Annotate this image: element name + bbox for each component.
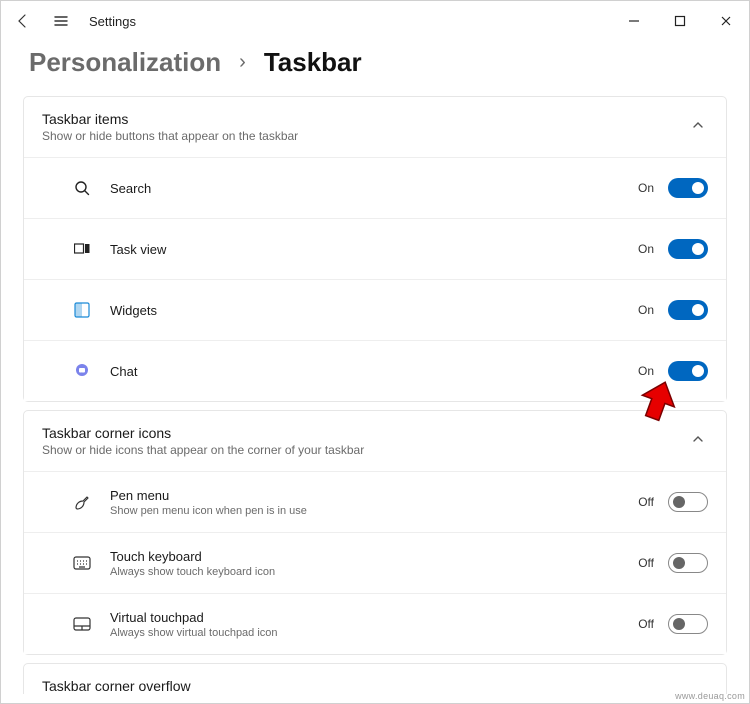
touchpad-icon [60,608,104,640]
row-label: Touch keyboard [110,549,632,564]
toggle-state: On [632,181,654,195]
close-button[interactable] [703,1,749,41]
breadcrumb: Personalization › Taskbar [1,41,749,96]
row-label: Virtual touchpad [110,610,632,625]
chat-icon [60,355,104,387]
toggle-state: Off [632,556,654,570]
row-task-view: Task view On [24,218,726,279]
section-header-taskbar-items[interactable]: Taskbar items Show or hide buttons that … [24,97,726,157]
hamburger-menu-icon[interactable] [47,7,75,35]
row-touch-keyboard: Touch keyboard Always show touch keyboar… [24,532,726,593]
row-label: Chat [110,364,632,379]
keyboard-icon [60,547,104,579]
section-overflow: Taskbar corner overflow Choose which ico… [23,663,727,694]
pen-icon [60,486,104,518]
breadcrumb-current: Taskbar [264,47,362,78]
back-button[interactable] [9,7,37,35]
breadcrumb-parent[interactable]: Personalization [29,47,221,78]
section-subtitle: Show or hide buttons that appear on the … [42,129,688,143]
toggle-taskview[interactable] [668,239,708,259]
toggle-state: Off [632,617,654,631]
chevron-up-icon [688,118,708,137]
row-pen-menu: Pen menu Show pen menu icon when pen is … [24,471,726,532]
taskview-icon [60,233,104,265]
toggle-search[interactable] [668,178,708,198]
toggle-touch-keyboard[interactable] [668,553,708,573]
section-corner-icons: Taskbar corner icons Show or hide icons … [23,410,727,655]
section-header-overflow[interactable]: Taskbar corner overflow Choose which ico… [24,664,726,694]
section-title: Taskbar items [42,111,688,127]
widgets-icon [60,294,104,326]
toggle-pen-menu[interactable] [668,492,708,512]
row-sublabel: Always show touch keyboard icon [110,566,632,578]
content-scroll[interactable]: Taskbar items Show or hide buttons that … [1,96,749,694]
row-sublabel: Always show virtual touchpad icon [110,627,632,639]
toggle-chat[interactable] [668,361,708,381]
search-icon [60,172,104,204]
toggle-widgets[interactable] [668,300,708,320]
row-label: Search [110,181,632,196]
section-taskbar-items: Taskbar items Show or hide buttons that … [23,96,727,402]
section-title: Taskbar corner icons [42,425,688,441]
section-title: Taskbar corner overflow [42,678,708,694]
window-controls [611,1,749,41]
maximize-button[interactable] [657,1,703,41]
row-virtual-touchpad: Virtual touchpad Always show virtual tou… [24,593,726,654]
toggle-state: On [632,303,654,317]
toggle-state: On [632,364,654,378]
minimize-button[interactable] [611,1,657,41]
settings-window: Settings Personalization › Taskbar Taskb… [0,0,750,704]
chevron-right-icon: › [239,51,246,74]
toggle-virtual-touchpad[interactable] [668,614,708,634]
row-label: Widgets [110,303,632,318]
titlebar: Settings [1,1,749,41]
toggle-state: Off [632,495,654,509]
toggle-state: On [632,242,654,256]
row-search: Search On [24,157,726,218]
row-widgets: Widgets On [24,279,726,340]
section-subtitle: Show or hide icons that appear on the co… [42,443,688,457]
row-chat: Chat On [24,340,726,401]
watermark: www.deuaq.com [675,691,745,701]
row-label: Pen menu [110,488,632,503]
row-label: Task view [110,242,632,257]
row-sublabel: Show pen menu icon when pen is in use [110,505,632,517]
section-header-corner-icons[interactable]: Taskbar corner icons Show or hide icons … [24,411,726,471]
chevron-up-icon [688,432,708,451]
app-title: Settings [89,14,136,29]
